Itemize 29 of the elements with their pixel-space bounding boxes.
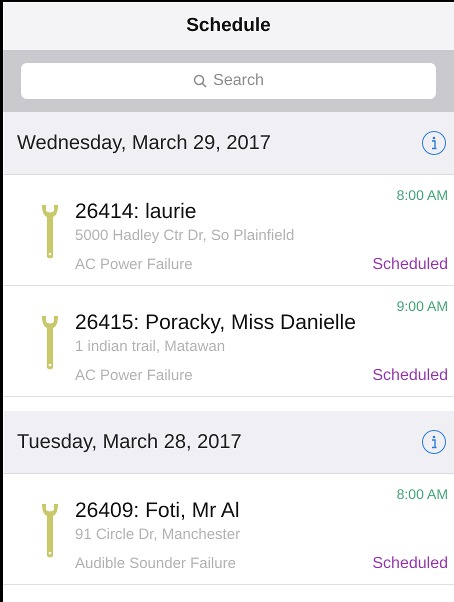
info-icon bbox=[431, 136, 437, 150]
job-address: 5000 Hadley Ctr Dr, So Plainfield bbox=[75, 226, 296, 246]
job-status: Scheduled bbox=[372, 554, 448, 574]
job-time: 8:00 AM bbox=[396, 486, 448, 502]
info-icon bbox=[431, 435, 437, 449]
job-address: 1 indian trail, Matawan bbox=[75, 337, 226, 357]
job-problem: AC Power Failure bbox=[75, 366, 193, 386]
job-status: Scheduled bbox=[372, 366, 448, 386]
job-problem: AC Power Failure bbox=[75, 255, 193, 275]
screen-title: Schedule bbox=[186, 14, 271, 38]
job-row[interactable]: 9:00 AM 26415: Poracky, Miss Danielle 1 indian trail, Matawan AC Power Failure Scheduled bbox=[3, 286, 454, 397]
job-title: 26414: laurie bbox=[75, 199, 198, 225]
info-button[interactable] bbox=[422, 131, 446, 155]
search-icon bbox=[193, 74, 208, 88]
job-problem: Audible Sounder Failure bbox=[75, 554, 236, 574]
job-address: 91 Circle Dr, Manchester bbox=[75, 525, 242, 545]
wrench-icon bbox=[41, 314, 59, 372]
job-time: 9:00 AM bbox=[396, 298, 448, 314]
section-date: Tuesday, March 28, 2017 bbox=[17, 430, 242, 455]
info-button[interactable] bbox=[422, 430, 446, 454]
section-date: Wednesday, March 29, 2017 bbox=[17, 131, 271, 156]
wrench-icon bbox=[41, 203, 59, 261]
job-row[interactable]: 8:00 AM 26409: Foti, Mr Al 91 Circle Dr, Manchester Audible Sounder Failure Scheduled bbox=[3, 474, 454, 585]
wrench-icon bbox=[41, 502, 59, 560]
job-row[interactable]: 8:00 AM 26414: laurie 5000 Hadley Ctr Dr, So Plainfield AC Power Failure Scheduled bbox=[3, 175, 454, 286]
job-time: 8:00 AM bbox=[396, 187, 448, 203]
job-title: 26415: Poracky, Miss Danielle bbox=[75, 310, 357, 336]
job-title: 26409: Foti, Mr Al bbox=[75, 498, 241, 524]
job-status: Scheduled bbox=[372, 255, 448, 275]
